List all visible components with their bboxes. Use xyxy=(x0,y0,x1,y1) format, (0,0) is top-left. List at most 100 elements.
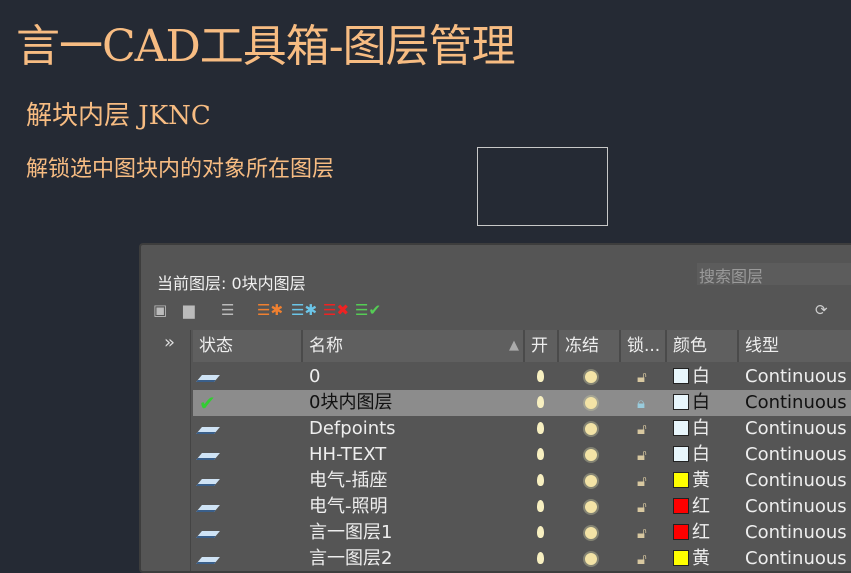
bulb-on-icon[interactable] xyxy=(537,546,544,572)
color-swatch xyxy=(673,446,689,462)
bulb-on-icon[interactable] xyxy=(537,520,544,546)
bulb-on-icon[interactable] xyxy=(537,442,544,468)
bulb-on-icon[interactable] xyxy=(537,416,544,442)
color-swatch xyxy=(673,472,689,488)
lock-open-icon[interactable]: 🔓︎ xyxy=(637,494,647,520)
layer-row[interactable]: Defpoints 🔓︎ 白 Continuous xyxy=(193,416,851,442)
new-layer-icon[interactable]: ☰✱ xyxy=(257,301,283,319)
layer-states-icon[interactable]: ☰ xyxy=(221,301,234,319)
layer-linetype[interactable]: Continuous xyxy=(745,442,847,468)
color-swatch xyxy=(673,368,689,384)
sun-thawed-icon[interactable] xyxy=(585,442,597,468)
layer-row[interactable]: 电气-插座 🔓︎ 黄 Continuous xyxy=(193,468,851,494)
table-header: 状态 名称 ▲ 开 冻结 锁... 颜色 线型 xyxy=(193,330,851,362)
current-layer-label: 当前图层: 0块内图层 xyxy=(157,274,306,293)
layer-icon xyxy=(196,364,229,390)
bulb-on-icon[interactable] xyxy=(537,494,544,520)
layer-name[interactable]: 0 xyxy=(309,364,523,390)
layer-linetype[interactable]: Continuous xyxy=(745,520,847,546)
layer-row[interactable]: 言一图层2 🔓︎ 黄 Continuous xyxy=(193,546,851,572)
bulb-on-icon[interactable] xyxy=(537,468,544,494)
layer-name[interactable]: 0块内图层 xyxy=(309,390,523,416)
color-swatch xyxy=(673,550,689,566)
color-name: 红 xyxy=(692,496,710,517)
layer-color[interactable]: 红 xyxy=(673,520,710,546)
layer-linetype[interactable]: Continuous xyxy=(745,416,847,442)
lock-open-icon[interactable]: 🔓︎ xyxy=(637,442,647,468)
color-name: 白 xyxy=(692,444,710,465)
lock-open-icon[interactable]: 🔓︎ xyxy=(637,364,647,390)
layer-row[interactable]: HH-TEXT 🔓︎ 白 Continuous xyxy=(193,442,851,468)
color-name: 白 xyxy=(692,366,710,387)
color-swatch xyxy=(673,524,689,540)
layer-name[interactable]: HH-TEXT xyxy=(309,442,523,468)
color-name: 黄 xyxy=(692,548,710,569)
layer-linetype[interactable]: Continuous xyxy=(745,364,847,390)
layer-linetype[interactable]: Continuous xyxy=(745,546,847,572)
col-linetype[interactable]: 线型 xyxy=(739,330,851,362)
color-swatch xyxy=(673,394,689,410)
layer-icon xyxy=(196,442,229,468)
sun-thawed-icon[interactable] xyxy=(585,364,597,390)
set-current-icon[interactable]: ☰✔ xyxy=(355,301,381,319)
sun-thawed-icon[interactable] xyxy=(585,468,597,494)
sun-thawed-icon[interactable] xyxy=(585,416,597,442)
layer-name[interactable]: 电气-照明 xyxy=(309,494,523,520)
layer-name[interactable]: 言一图层1 xyxy=(309,520,523,546)
col-on[interactable]: 开 xyxy=(525,330,559,362)
layer-color[interactable]: 红 xyxy=(673,494,710,520)
lock-open-icon[interactable]: 🔓︎ xyxy=(637,546,647,572)
col-color[interactable]: 颜色 xyxy=(667,330,739,362)
lock-closed-icon[interactable]: 🔒︎ xyxy=(637,390,645,416)
layer-color[interactable]: 白 xyxy=(673,390,710,416)
col-lock[interactable]: 锁... xyxy=(621,330,667,362)
layer-icon xyxy=(196,546,229,572)
lock-open-icon[interactable]: 🔓︎ xyxy=(637,520,647,546)
layer-linetype[interactable]: Continuous xyxy=(745,468,847,494)
layer-color[interactable]: 黄 xyxy=(673,546,710,572)
layer-color[interactable]: 黄 xyxy=(673,468,710,494)
layer-color[interactable]: 白 xyxy=(673,364,710,390)
layer-name[interactable]: 言一图层2 xyxy=(309,546,523,572)
color-name: 黄 xyxy=(692,470,710,491)
layer-color[interactable]: 白 xyxy=(673,442,710,468)
layer-linetype[interactable]: Continuous xyxy=(745,390,847,416)
color-name: 白 xyxy=(692,392,710,413)
layer-row[interactable]: ✔ 0块内图层 🔒︎ 白 Continuous xyxy=(193,390,851,416)
layer-color[interactable]: 白 xyxy=(673,416,710,442)
col-status[interactable]: 状态 xyxy=(193,330,303,362)
col-freeze[interactable]: 冻结 xyxy=(559,330,621,362)
new-filter-icon[interactable]: ▣ xyxy=(153,301,167,319)
sun-thawed-icon[interactable] xyxy=(585,494,597,520)
current-check-icon: ✔ xyxy=(199,391,216,415)
col-name[interactable]: 名称 ▲ xyxy=(303,330,525,362)
sun-thawed-icon[interactable] xyxy=(585,546,597,572)
col-name-label: 名称 xyxy=(309,336,343,356)
group-filter-icon[interactable]: ▆ xyxy=(183,301,195,319)
sun-thawed-icon[interactable] xyxy=(585,390,597,416)
lock-open-icon[interactable]: 🔓︎ xyxy=(637,468,647,494)
delete-layer-icon[interactable]: ☰✖ xyxy=(323,301,349,319)
sort-asc-icon: ▲ xyxy=(509,338,519,353)
sun-thawed-icon[interactable] xyxy=(585,520,597,546)
layer-name[interactable]: Defpoints xyxy=(309,416,523,442)
layer-row[interactable]: 0 🔓︎ 白 Continuous xyxy=(193,364,851,390)
layer-icon xyxy=(196,494,229,520)
color-swatch xyxy=(673,498,689,514)
refresh-icon[interactable]: ⟳ xyxy=(815,301,828,319)
layer-row[interactable]: 电气-照明 🔓︎ 红 Continuous xyxy=(193,494,851,520)
command-description: 解锁选中图块内的对象所在图层 xyxy=(26,157,335,182)
color-name: 红 xyxy=(692,522,710,543)
lock-open-icon[interactable]: 🔓︎ xyxy=(637,416,647,442)
layer-row[interactable]: 言一图层1 🔓︎ 红 Continuous xyxy=(193,520,851,546)
layer-icon xyxy=(196,520,229,546)
layer-name[interactable]: 电气-插座 xyxy=(309,468,523,494)
layer-icon xyxy=(196,468,229,494)
expand-button[interactable]: » xyxy=(149,330,190,356)
layer-linetype[interactable]: Continuous xyxy=(745,494,847,520)
bulb-on-icon[interactable] xyxy=(537,364,544,390)
bulb-on-icon[interactable] xyxy=(537,390,544,416)
new-vp-frozen-layer-icon[interactable]: ☰✱ xyxy=(291,301,317,319)
color-name: 白 xyxy=(692,418,710,439)
search-layer-input[interactable]: 搜索图层 xyxy=(697,263,851,286)
